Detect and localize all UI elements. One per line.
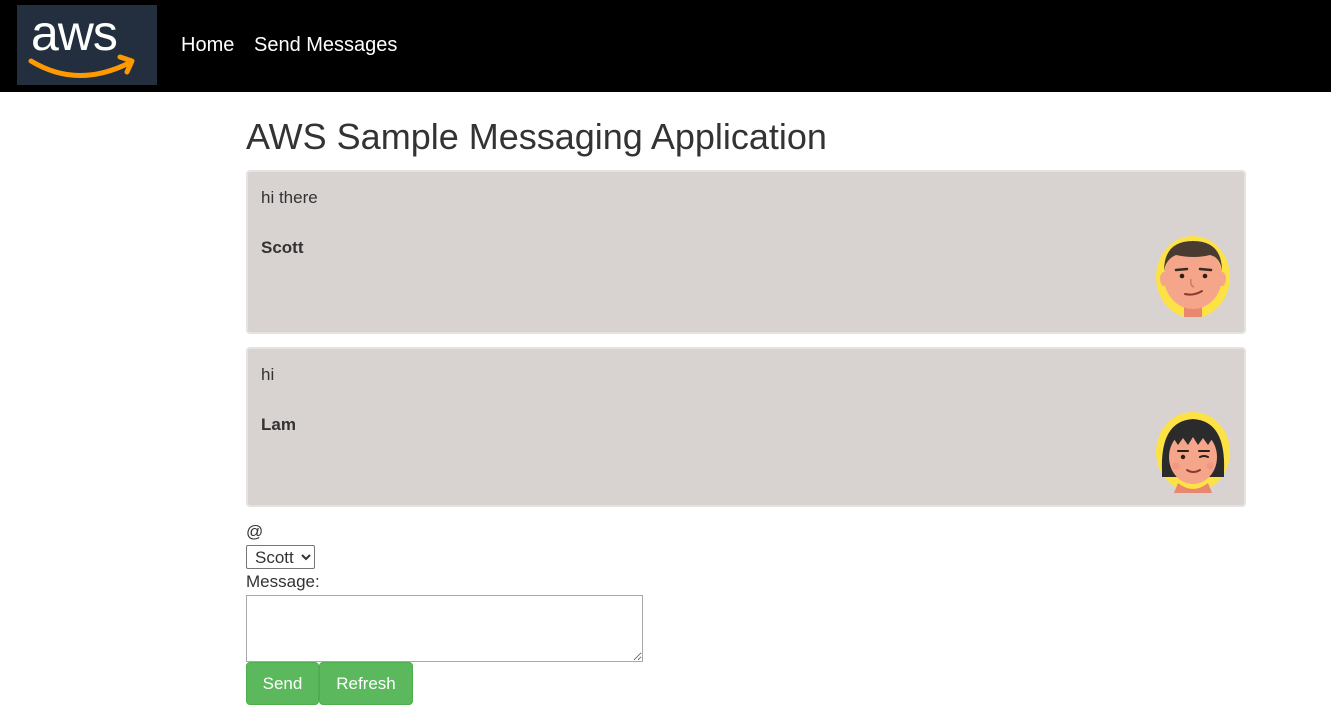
message-card: hi Lam [246, 347, 1246, 507]
message-text: hi [261, 365, 275, 384]
aws-smile-icon [28, 54, 135, 78]
message-card: hi there Scott [246, 170, 1246, 334]
message-author: Lam [261, 415, 296, 434]
page-title: AWS Sample Messaging Application [246, 116, 827, 157]
message-textarea[interactable] [246, 595, 643, 662]
male-avatar-icon [1156, 236, 1230, 317]
message-label: Message: [246, 572, 320, 591]
recipient-select[interactable]: Scott [246, 545, 315, 569]
aws-logo[interactable]: aws [17, 5, 157, 85]
message-text: hi there [261, 188, 318, 207]
recipient-label: @ [246, 522, 264, 541]
refresh-button[interactable]: Refresh [319, 662, 413, 705]
nav-home-link[interactable]: Home [181, 33, 234, 57]
message-author: Scott [261, 238, 304, 257]
female-avatar-icon [1156, 412, 1230, 493]
send-button[interactable]: Send [246, 662, 319, 705]
nav-send-messages-link[interactable]: Send Messages [254, 33, 397, 57]
top-navbar: aws Home Send Messages [0, 0, 1331, 92]
